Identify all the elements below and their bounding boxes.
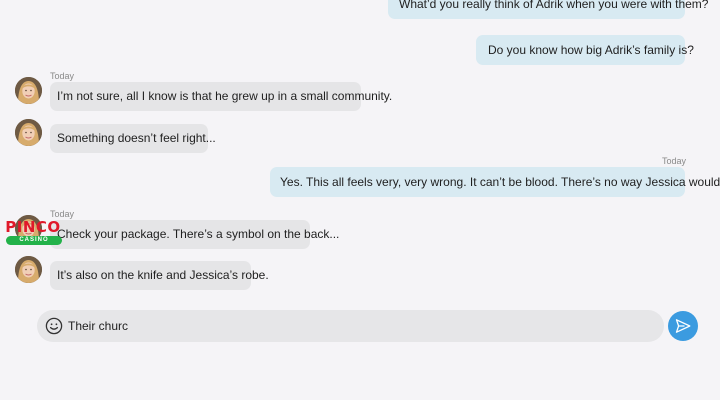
message-bubble-outgoing: What’d you really think of Adrik when yo… (388, 0, 708, 19)
paper-plane-icon (675, 319, 691, 333)
contact-avatar[interactable] (15, 119, 42, 146)
message-bubble-incoming: Something doesn’t feel right... (50, 124, 216, 153)
contact-avatar-photo (15, 119, 42, 146)
message-bubble-outgoing: Do you know how big Adrik’s family is? (476, 35, 694, 65)
logo-wordmark: PINCO (5, 218, 61, 236)
message-composer (37, 310, 664, 342)
casino-logo-watermark: PINCO CASINO (3, 218, 63, 248)
message-timestamp: Today (662, 156, 687, 166)
message-bubble-outgoing: Yes. This all feels very, very wrong. It… (270, 167, 720, 197)
contact-avatar[interactable] (15, 256, 42, 283)
message-timestamp: Today (50, 71, 75, 81)
contact-avatar[interactable] (15, 77, 42, 104)
smiley-face-icon[interactable] (45, 317, 63, 335)
contact-avatar-photo (15, 77, 42, 104)
message-input[interactable] (68, 310, 648, 342)
send-button[interactable] (668, 311, 698, 341)
contact-avatar-photo (15, 256, 42, 283)
logo-tagline: CASINO (6, 236, 62, 245)
message-bubble-incoming: It’s also on the knife and Jessica’s rob… (50, 261, 269, 290)
message-bubble-incoming: I’m not sure, all I know is that he grew… (50, 82, 392, 111)
message-bubble-incoming: Check your package. There’s a symbol on … (50, 220, 339, 249)
